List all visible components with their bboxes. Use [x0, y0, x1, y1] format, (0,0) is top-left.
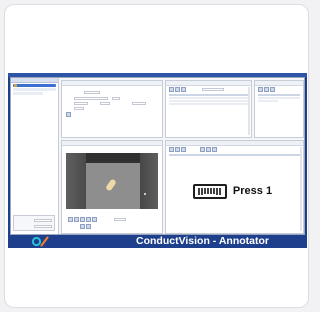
- annotator-window: Press 1: [10, 77, 305, 235]
- properties-box: [13, 215, 55, 231]
- project-tree-panel: [11, 78, 59, 234]
- add-icon[interactable]: [169, 147, 174, 152]
- export-icon[interactable]: [200, 147, 205, 152]
- property-field[interactable]: [34, 225, 52, 228]
- settings-panel: [61, 80, 163, 138]
- events-panel-header: [166, 141, 303, 146]
- step-forward-icon[interactable]: [86, 224, 91, 229]
- folder-icon: [14, 84, 17, 87]
- speed-field[interactable]: [114, 218, 126, 221]
- stop-icon[interactable]: [86, 217, 91, 222]
- video-frame[interactable]: [66, 153, 158, 209]
- thumbnail-card: Press 1 ConductVision - Annotator: [4, 4, 309, 308]
- add-icon[interactable]: [258, 87, 263, 92]
- video-panel-header: [62, 141, 162, 146]
- keyboard-spacebar: [203, 193, 216, 196]
- search-icon[interactable]: [206, 147, 211, 152]
- settings-field[interactable]: [100, 102, 110, 105]
- play-icon[interactable]: [74, 217, 79, 222]
- behaviors-toolbar: [169, 87, 186, 92]
- table-row[interactable]: [169, 100, 248, 102]
- settings-field[interactable]: [74, 102, 88, 105]
- playback-controls: [68, 217, 97, 222]
- events-toolbar-secondary: [200, 147, 217, 152]
- settings-field[interactable]: [74, 107, 84, 110]
- edit-icon[interactable]: [175, 147, 180, 152]
- tree-item-selected[interactable]: [13, 84, 56, 87]
- subjects-panel: [254, 80, 304, 138]
- behaviors-panel-header: [166, 81, 251, 86]
- arena-wall-right: [140, 153, 158, 209]
- subjects-toolbar: [258, 87, 275, 92]
- settings-field[interactable]: [84, 91, 100, 94]
- tracking-marker: [144, 193, 146, 195]
- settings-field[interactable]: [74, 97, 108, 100]
- step-controls: [80, 224, 91, 229]
- settings-field[interactable]: [132, 102, 146, 105]
- behaviors-search-input[interactable]: [202, 88, 224, 91]
- subjects-table-header: [258, 94, 300, 96]
- settings-icon[interactable]: [212, 147, 217, 152]
- arena-wall-left: [66, 153, 86, 209]
- edit-icon[interactable]: [264, 87, 269, 92]
- settings-field[interactable]: [112, 97, 120, 100]
- table-row[interactable]: [169, 97, 248, 99]
- table-row[interactable]: [258, 100, 278, 102]
- keyboard-icon: [192, 183, 227, 199]
- delete-icon[interactable]: [270, 87, 275, 92]
- step-back-icon[interactable]: [80, 224, 85, 229]
- events-panel: Press 1: [165, 140, 304, 234]
- behaviors-table-header: [169, 94, 248, 96]
- brand-title: ConductVision - Annotator: [136, 235, 269, 247]
- delete-icon[interactable]: [181, 147, 186, 152]
- rewind-icon[interactable]: [68, 217, 73, 222]
- conductvision-logo-icon: [31, 236, 49, 247]
- forward-icon[interactable]: [92, 217, 97, 222]
- apply-button[interactable]: [66, 112, 71, 117]
- pause-icon[interactable]: [80, 217, 85, 222]
- events-toolbar: [169, 147, 186, 152]
- events-scrollbar[interactable]: [300, 147, 302, 231]
- tree-item[interactable]: [13, 88, 56, 91]
- tree-item[interactable]: [13, 92, 43, 95]
- property-field[interactable]: [34, 219, 52, 222]
- behaviors-scrollbar[interactable]: [248, 87, 250, 135]
- table-row[interactable]: [169, 103, 248, 105]
- press-key-label: Press 1: [232, 185, 273, 197]
- key-press-overlay: Press 1: [166, 155, 299, 227]
- brand-footer: ConductVision - Annotator: [8, 235, 307, 248]
- settings-panel-header: [62, 81, 162, 86]
- delete-icon[interactable]: [181, 87, 186, 92]
- table-row[interactable]: [258, 97, 300, 99]
- behaviors-panel: [165, 80, 252, 138]
- subjects-panel-header: [255, 81, 303, 86]
- project-tree-header: [11, 78, 58, 83]
- app-screenshot: Press 1 ConductVision - Annotator: [8, 73, 307, 248]
- edit-icon[interactable]: [175, 87, 180, 92]
- video-panel: [61, 140, 163, 234]
- add-icon[interactable]: [169, 87, 174, 92]
